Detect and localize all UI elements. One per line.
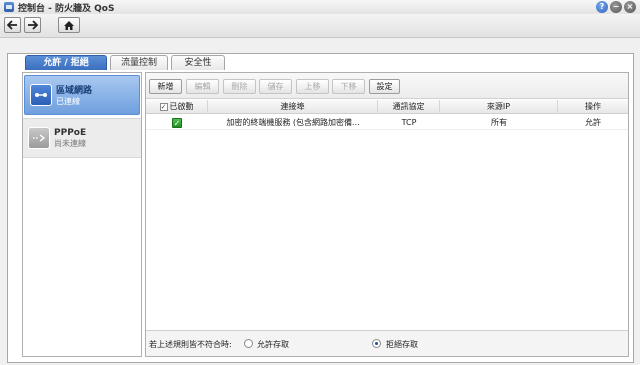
home-button[interactable] bbox=[58, 17, 80, 33]
tab-bar: 允許 / 拒絕 流量控制 安全性 bbox=[25, 55, 225, 70]
header-enabled-label: 已啟動 bbox=[169, 102, 194, 111]
back-button[interactable] bbox=[4, 17, 21, 33]
header-source-ip[interactable]: 來源IP bbox=[440, 100, 558, 114]
tab-allow-deny[interactable]: 允許 / 拒絕 bbox=[25, 55, 107, 70]
pppoe-icon bbox=[28, 127, 50, 149]
select-all-checkbox[interactable]: ✓ bbox=[159, 102, 168, 111]
title-bar: 控制台 - 防火牆及 QoS ? − × bbox=[0, 0, 640, 14]
sidebar-item-pppoe[interactable]: PPPoE 尚未連線 bbox=[23, 118, 141, 158]
header-ports[interactable]: 連接埠 bbox=[208, 100, 378, 114]
sidebar-item-label: PPPoE bbox=[54, 127, 87, 138]
default-policy-label: 若上述規則皆不符合時: bbox=[149, 340, 232, 349]
edit-button[interactable]: 編輯 bbox=[186, 79, 219, 94]
row-ports: 加密的終端機服務 (包含網路加密備... bbox=[226, 118, 360, 127]
navigation-toolbar bbox=[0, 14, 640, 38]
allow-radio[interactable] bbox=[244, 339, 253, 348]
move-down-button[interactable]: 下移 bbox=[332, 79, 365, 94]
house-icon bbox=[64, 20, 74, 30]
enabled-check-icon[interactable]: ✓ bbox=[172, 117, 182, 128]
table-row[interactable]: ✓ 加密的終端機服務 (包含網路加密備... TCP 所有 允許 bbox=[146, 115, 628, 130]
interface-sidebar: 區域網路 已連線 PPPoE 尚未連線 bbox=[22, 72, 142, 357]
save-button[interactable]: 儲存 bbox=[259, 79, 292, 94]
window-title: 控制台 - 防火牆及 QoS bbox=[18, 3, 115, 14]
move-up-button[interactable]: 上移 bbox=[296, 79, 329, 94]
row-source-ip: 所有 bbox=[491, 118, 507, 127]
help-icon[interactable]: ? bbox=[596, 1, 608, 13]
arrow-left-icon bbox=[7, 20, 17, 30]
control-panel-icon bbox=[4, 2, 14, 12]
sidebar-item-status: 已連線 bbox=[56, 97, 80, 106]
minimize-icon[interactable]: − bbox=[610, 1, 622, 13]
tab-traffic-control[interactable]: 流量控制 bbox=[110, 55, 168, 70]
header-action[interactable]: 操作 bbox=[558, 100, 628, 114]
deny-radio-label[interactable]: 拒絕存取 bbox=[386, 339, 418, 350]
network-icon bbox=[30, 84, 52, 106]
rules-toolbar: 新增 編輯 刪除 儲存 上移 下移 設定 bbox=[146, 73, 628, 99]
arrow-right-icon bbox=[28, 20, 38, 30]
rules-grid-header: ✓ 已啟動 連接埠 通訊協定 來源IP 操作 bbox=[146, 100, 628, 114]
delete-button[interactable]: 刪除 bbox=[223, 79, 256, 94]
deny-radio[interactable] bbox=[372, 339, 381, 348]
row-enabled[interactable]: ✓ bbox=[146, 115, 208, 130]
sidebar-item-status: 尚未連線 bbox=[54, 138, 86, 148]
tab-security[interactable]: 安全性 bbox=[171, 55, 225, 70]
default-policy-bar: 若上述規則皆不符合時: 允許存取 拒絕存取 bbox=[146, 330, 628, 356]
row-protocol: TCP bbox=[401, 118, 417, 127]
allow-radio-label[interactable]: 允許存取 bbox=[257, 339, 289, 350]
close-icon[interactable]: × bbox=[624, 1, 636, 13]
window-controls: ? − × bbox=[596, 1, 636, 13]
header-protocol[interactable]: 通訊協定 bbox=[378, 100, 440, 114]
rules-pane: 新增 編輯 刪除 儲存 上移 下移 設定 ✓ 已啟動 連接埠 通訊協定 來源IP … bbox=[145, 72, 629, 357]
forward-button[interactable] bbox=[24, 17, 41, 33]
sidebar-item-lan[interactable]: 區域網路 已連線 bbox=[24, 75, 140, 115]
sidebar-item-label: 區域網路 bbox=[56, 86, 93, 96]
settings-button[interactable]: 設定 bbox=[369, 79, 400, 94]
row-action: 允許 bbox=[585, 118, 601, 127]
create-button[interactable]: 新增 bbox=[149, 79, 182, 94]
header-enabled[interactable]: ✓ 已啟動 bbox=[146, 100, 208, 114]
